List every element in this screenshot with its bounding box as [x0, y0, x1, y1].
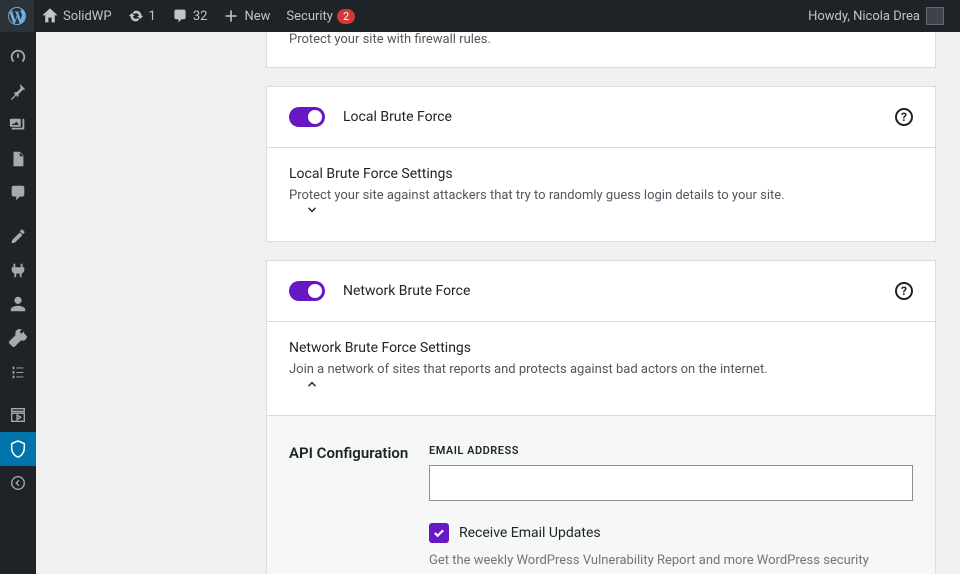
network-bf-settings-row[interactable]: Network Brute Force Settings Join a netw…	[267, 322, 935, 416]
comments-link[interactable]: 32	[164, 0, 216, 32]
security-link[interactable]: Security 2	[278, 0, 363, 32]
email-label: EMAIL ADDRESS	[429, 444, 913, 457]
sidebar-dashboard[interactable]	[0, 40, 36, 74]
check-icon	[432, 526, 446, 540]
wordpress-icon	[8, 7, 26, 25]
admin-bar-left: SolidWP 1 32 New Security 2	[0, 0, 363, 32]
plus-icon	[223, 8, 239, 24]
network-bf-title: Network Brute Force	[343, 283, 470, 299]
shield-icon	[9, 440, 27, 458]
chevron-down-icon	[305, 203, 319, 217]
firewall-desc: Protect your site with firewall rules.	[289, 32, 913, 47]
comments-icon	[9, 184, 27, 202]
comments-count: 32	[193, 9, 208, 24]
sidebar-comments[interactable]	[0, 176, 36, 210]
network-bf-settings-title: Network Brute Force Settings	[289, 340, 913, 356]
receive-emails-label: Receive Email Updates	[459, 525, 601, 541]
local-bf-settings-desc: Protect your site against attackers that…	[289, 188, 913, 203]
local-brute-force-card: Local Brute Force ? Local Brute Force Se…	[266, 86, 936, 242]
pin-icon	[9, 82, 27, 100]
security-label: Security	[286, 9, 333, 24]
api-config-fields: EMAIL ADDRESS Receive Email Updates Get …	[429, 444, 913, 574]
local-bf-title: Local Brute Force	[343, 109, 452, 125]
sidebar-security[interactable]	[0, 432, 36, 466]
network-bf-toggle[interactable]	[289, 281, 325, 301]
sidebar-appearance[interactable]	[0, 219, 36, 253]
new-label: New	[244, 9, 270, 24]
pages-icon	[9, 150, 27, 168]
main-content: Protect your site with firewall rules. L…	[36, 32, 960, 574]
network-bf-header: Network Brute Force ?	[267, 261, 935, 322]
wp-logo[interactable]	[0, 0, 34, 32]
backup-icon	[9, 406, 27, 424]
sidebar-plugins[interactable]	[0, 253, 36, 287]
chevron-up-icon	[305, 377, 319, 391]
email-input[interactable]	[429, 465, 913, 501]
plugin-icon	[9, 261, 27, 279]
admin-bar-right: Howdy, Nicola Drea	[800, 0, 952, 32]
user-icon	[9, 295, 27, 313]
brush-icon	[9, 227, 27, 245]
network-brute-force-card: Network Brute Force ? Network Brute Forc…	[266, 260, 936, 574]
sidebar-separator-2	[6, 393, 30, 394]
sidebar-media[interactable]	[0, 108, 36, 142]
admin-sidebar	[0, 32, 36, 574]
wrench-icon	[9, 329, 27, 347]
sidebar-backup[interactable]	[0, 398, 36, 432]
security-badge: 2	[337, 9, 355, 24]
network-bf-expanded: API Configuration EMAIL ADDRESS Receive …	[267, 416, 935, 574]
new-link[interactable]: New	[215, 0, 278, 32]
updates-link[interactable]: 1	[120, 0, 164, 32]
local-bf-settings-row[interactable]: Local Brute Force Settings Protect your …	[267, 148, 935, 241]
site-name: SolidWP	[63, 9, 112, 24]
sidebar-tools[interactable]	[0, 321, 36, 355]
sidebar-settings[interactable]	[0, 355, 36, 389]
home-icon	[42, 8, 58, 24]
firewall-card: Protect your site with firewall rules.	[266, 32, 936, 68]
firewall-settings-row: Protect your site with firewall rules.	[267, 32, 935, 67]
avatar	[926, 7, 944, 25]
collapse-icon	[9, 474, 27, 492]
local-bf-header: Local Brute Force ?	[267, 87, 935, 148]
site-name-link[interactable]: SolidWP	[34, 0, 120, 32]
sidebar-collapse[interactable]	[0, 466, 36, 500]
sidebar-pages[interactable]	[0, 142, 36, 176]
sidebar-posts[interactable]	[0, 74, 36, 108]
sidebar-users[interactable]	[0, 287, 36, 321]
local-bf-toggle[interactable]	[289, 107, 325, 127]
comment-icon	[172, 8, 188, 24]
network-bf-info[interactable]: ?	[895, 282, 913, 300]
receive-emails-checkbox[interactable]	[429, 523, 449, 543]
receive-emails-help: Get the weekly WordPress Vulnerability R…	[429, 551, 913, 574]
media-icon	[9, 116, 27, 134]
api-config-label: API Configuration	[289, 444, 429, 574]
howdy-text: Howdy, Nicola Drea	[808, 9, 920, 24]
local-bf-settings-title: Local Brute Force Settings	[289, 166, 913, 182]
network-bf-settings-desc: Join a network of sites that reports and…	[289, 362, 913, 377]
sliders-icon	[9, 363, 27, 381]
local-bf-info[interactable]: ?	[895, 108, 913, 126]
updates-count: 1	[149, 9, 156, 24]
sidebar-separator	[6, 214, 30, 215]
admin-bar: SolidWP 1 32 New Security 2 Howdy, Nicol…	[0, 0, 960, 32]
account-link[interactable]: Howdy, Nicola Drea	[800, 0, 952, 32]
update-icon	[128, 8, 144, 24]
dashboard-icon	[9, 48, 27, 66]
